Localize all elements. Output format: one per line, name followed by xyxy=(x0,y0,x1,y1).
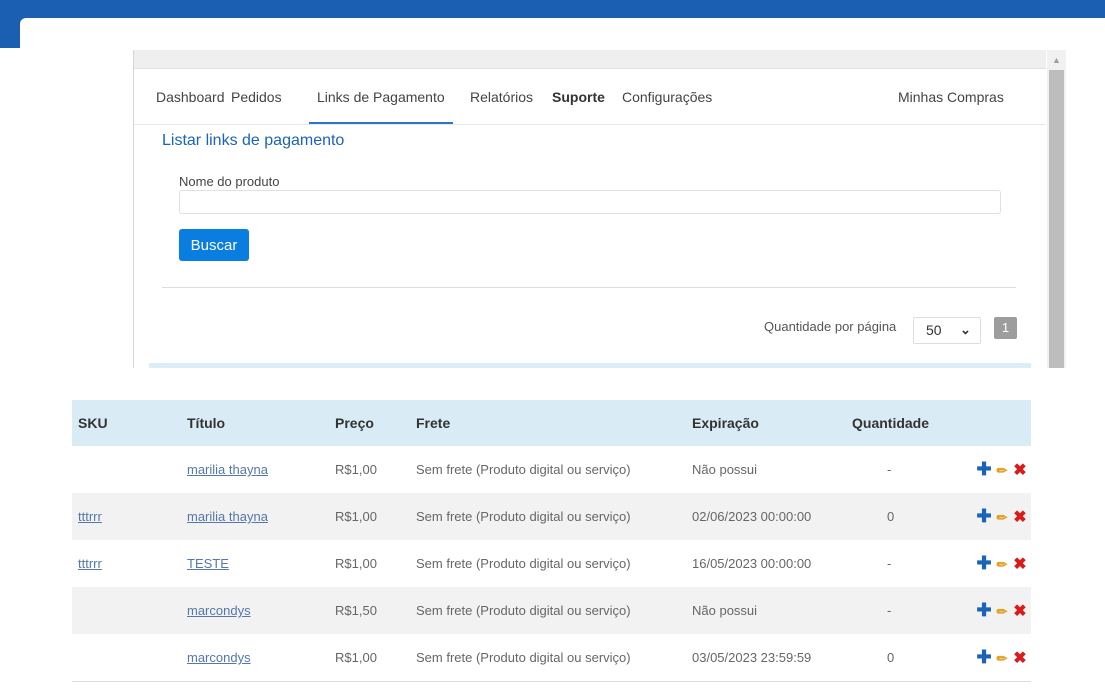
cell-price: R$1,00 xyxy=(335,509,377,524)
cell-expiration: Não possui xyxy=(692,462,758,477)
delete-icon[interactable]: ✖ xyxy=(1011,541,1029,588)
table-row: tttrrr TESTE R$1,00 Sem frete (Produto d… xyxy=(72,540,1031,587)
nav-minhas-compras[interactable]: Minhas Compras xyxy=(898,69,1004,124)
plus-icon[interactable]: ✚ xyxy=(975,587,993,634)
nav-links-de-pagamento[interactable]: Links de Pagamento xyxy=(309,69,453,124)
plus-icon[interactable]: ✚ xyxy=(975,540,993,587)
cell-sku[interactable]: tttrrr xyxy=(78,493,102,540)
cell-shipping: Sem frete (Produto digital ou serviço) xyxy=(416,603,631,618)
chevron-down-icon: ⌄ xyxy=(960,322,971,337)
pencil-icon[interactable]: ✏ xyxy=(993,494,1011,541)
delete-icon[interactable]: ✖ xyxy=(1011,588,1029,635)
row-actions: ✚ ✏ ✖ xyxy=(975,493,1029,540)
cell-title[interactable]: TESTE xyxy=(187,540,229,587)
cell-expiration: 03/05/2023 23:59:59 xyxy=(692,650,812,665)
cell-shipping: Sem frete (Produto digital ou serviço) xyxy=(416,509,631,524)
delete-icon[interactable]: ✖ xyxy=(1011,447,1029,494)
cell-shipping: Sem frete (Produto digital ou serviço) xyxy=(416,556,631,571)
plus-icon[interactable]: ✚ xyxy=(975,634,993,681)
search-button[interactable]: Buscar xyxy=(179,229,249,261)
row-actions: ✚ ✏ ✖ xyxy=(975,587,1029,634)
cell-shipping: Sem frete (Produto digital ou serviço) xyxy=(416,650,631,665)
header-shipping: Frete xyxy=(416,415,451,431)
frame-top-bar xyxy=(134,50,1046,69)
cell-expiration: 02/06/2023 00:00:00 xyxy=(692,509,812,524)
nav-dashboard[interactable]: Dashboard xyxy=(156,69,225,124)
per-page-select[interactable]: 50 ⌄ xyxy=(913,317,981,344)
cell-quantity: - xyxy=(887,556,892,571)
per-page-value: 50 xyxy=(926,322,942,338)
per-page-label: Quantidade por página xyxy=(764,319,897,334)
cell-price: R$1,00 xyxy=(335,556,377,571)
scrollbar[interactable]: ▲ xyxy=(1047,50,1066,368)
table-bottom-border xyxy=(72,681,1031,682)
pencil-icon[interactable]: ✏ xyxy=(993,541,1011,588)
cell-title[interactable]: marilia thayna xyxy=(187,493,268,540)
header-expiration: Expiração xyxy=(692,415,759,431)
cell-price: R$1,50 xyxy=(335,603,377,618)
nav-pedidos[interactable]: Pedidos xyxy=(231,69,282,124)
cell-quantity: 0 xyxy=(887,509,895,524)
cell-sku[interactable]: tttrrr xyxy=(78,540,102,587)
pencil-icon[interactable]: ✏ xyxy=(993,635,1011,682)
header-price: Preço xyxy=(335,415,374,431)
table-top-strip xyxy=(149,363,1031,368)
cell-quantity: 0 xyxy=(887,650,895,665)
row-actions: ✚ ✏ ✖ xyxy=(975,540,1029,587)
nav-configuracoes[interactable]: Configurações xyxy=(622,69,712,124)
cell-expiration: 16/05/2023 00:00:00 xyxy=(692,556,812,571)
table-row: marilia thayna R$1,00 Sem frete (Produto… xyxy=(72,446,1031,493)
header-title: Título xyxy=(187,415,226,431)
divider xyxy=(162,287,1016,288)
cell-price: R$1,00 xyxy=(335,462,377,477)
scroll-up-icon[interactable]: ▲ xyxy=(1047,50,1066,68)
page-number-button[interactable]: 1 xyxy=(994,317,1017,339)
cell-quantity: - xyxy=(887,462,892,477)
plus-icon[interactable]: ✚ xyxy=(975,493,993,540)
delete-icon[interactable]: ✖ xyxy=(1011,494,1029,541)
cell-quantity: - xyxy=(887,603,892,618)
cell-shipping: Sem frete (Produto digital ou serviço) xyxy=(416,462,631,477)
cell-title[interactable]: marilia thayna xyxy=(187,446,268,493)
cell-price: R$1,00 xyxy=(335,650,377,665)
table-header: SKU Título Preço Frete Expiração Quantid… xyxy=(72,400,1031,446)
page-title: Listar links de pagamento xyxy=(162,132,345,149)
nav-relatorios[interactable]: Relatórios xyxy=(470,69,533,124)
row-actions: ✚ ✏ ✖ xyxy=(975,634,1029,681)
header-sku: SKU xyxy=(78,415,108,431)
table-row: tttrrr marilia thayna R$1,00 Sem frete (… xyxy=(72,493,1031,540)
pencil-icon[interactable]: ✏ xyxy=(993,447,1011,494)
header-quantity: Quantidade xyxy=(852,415,930,431)
scrollbar-thumb[interactable] xyxy=(1049,70,1064,368)
table-row: marcondys R$1,50 Sem frete (Produto digi… xyxy=(72,587,1031,634)
row-actions: ✚ ✏ ✖ xyxy=(975,446,1029,493)
product-name-input[interactable] xyxy=(179,190,1001,214)
plus-icon[interactable]: ✚ xyxy=(975,446,993,493)
product-name-label: Nome do produto xyxy=(179,174,280,189)
cell-title[interactable]: marcondys xyxy=(187,634,251,681)
cell-title[interactable]: marcondys xyxy=(187,587,251,634)
cell-expiration: Não possui xyxy=(692,603,758,618)
pencil-icon[interactable]: ✏ xyxy=(993,588,1011,635)
table-row: marcondys R$1,00 Sem frete (Produto digi… xyxy=(72,634,1031,681)
main-nav: Dashboard Pedidos Links de Pagamento Rel… xyxy=(134,69,1046,125)
embedded-app-frame: ▲ Dashboard Pedidos Links de Pagamento R… xyxy=(133,50,1066,368)
delete-icon[interactable]: ✖ xyxy=(1011,635,1029,682)
nav-suporte[interactable]: Suporte xyxy=(552,69,605,124)
